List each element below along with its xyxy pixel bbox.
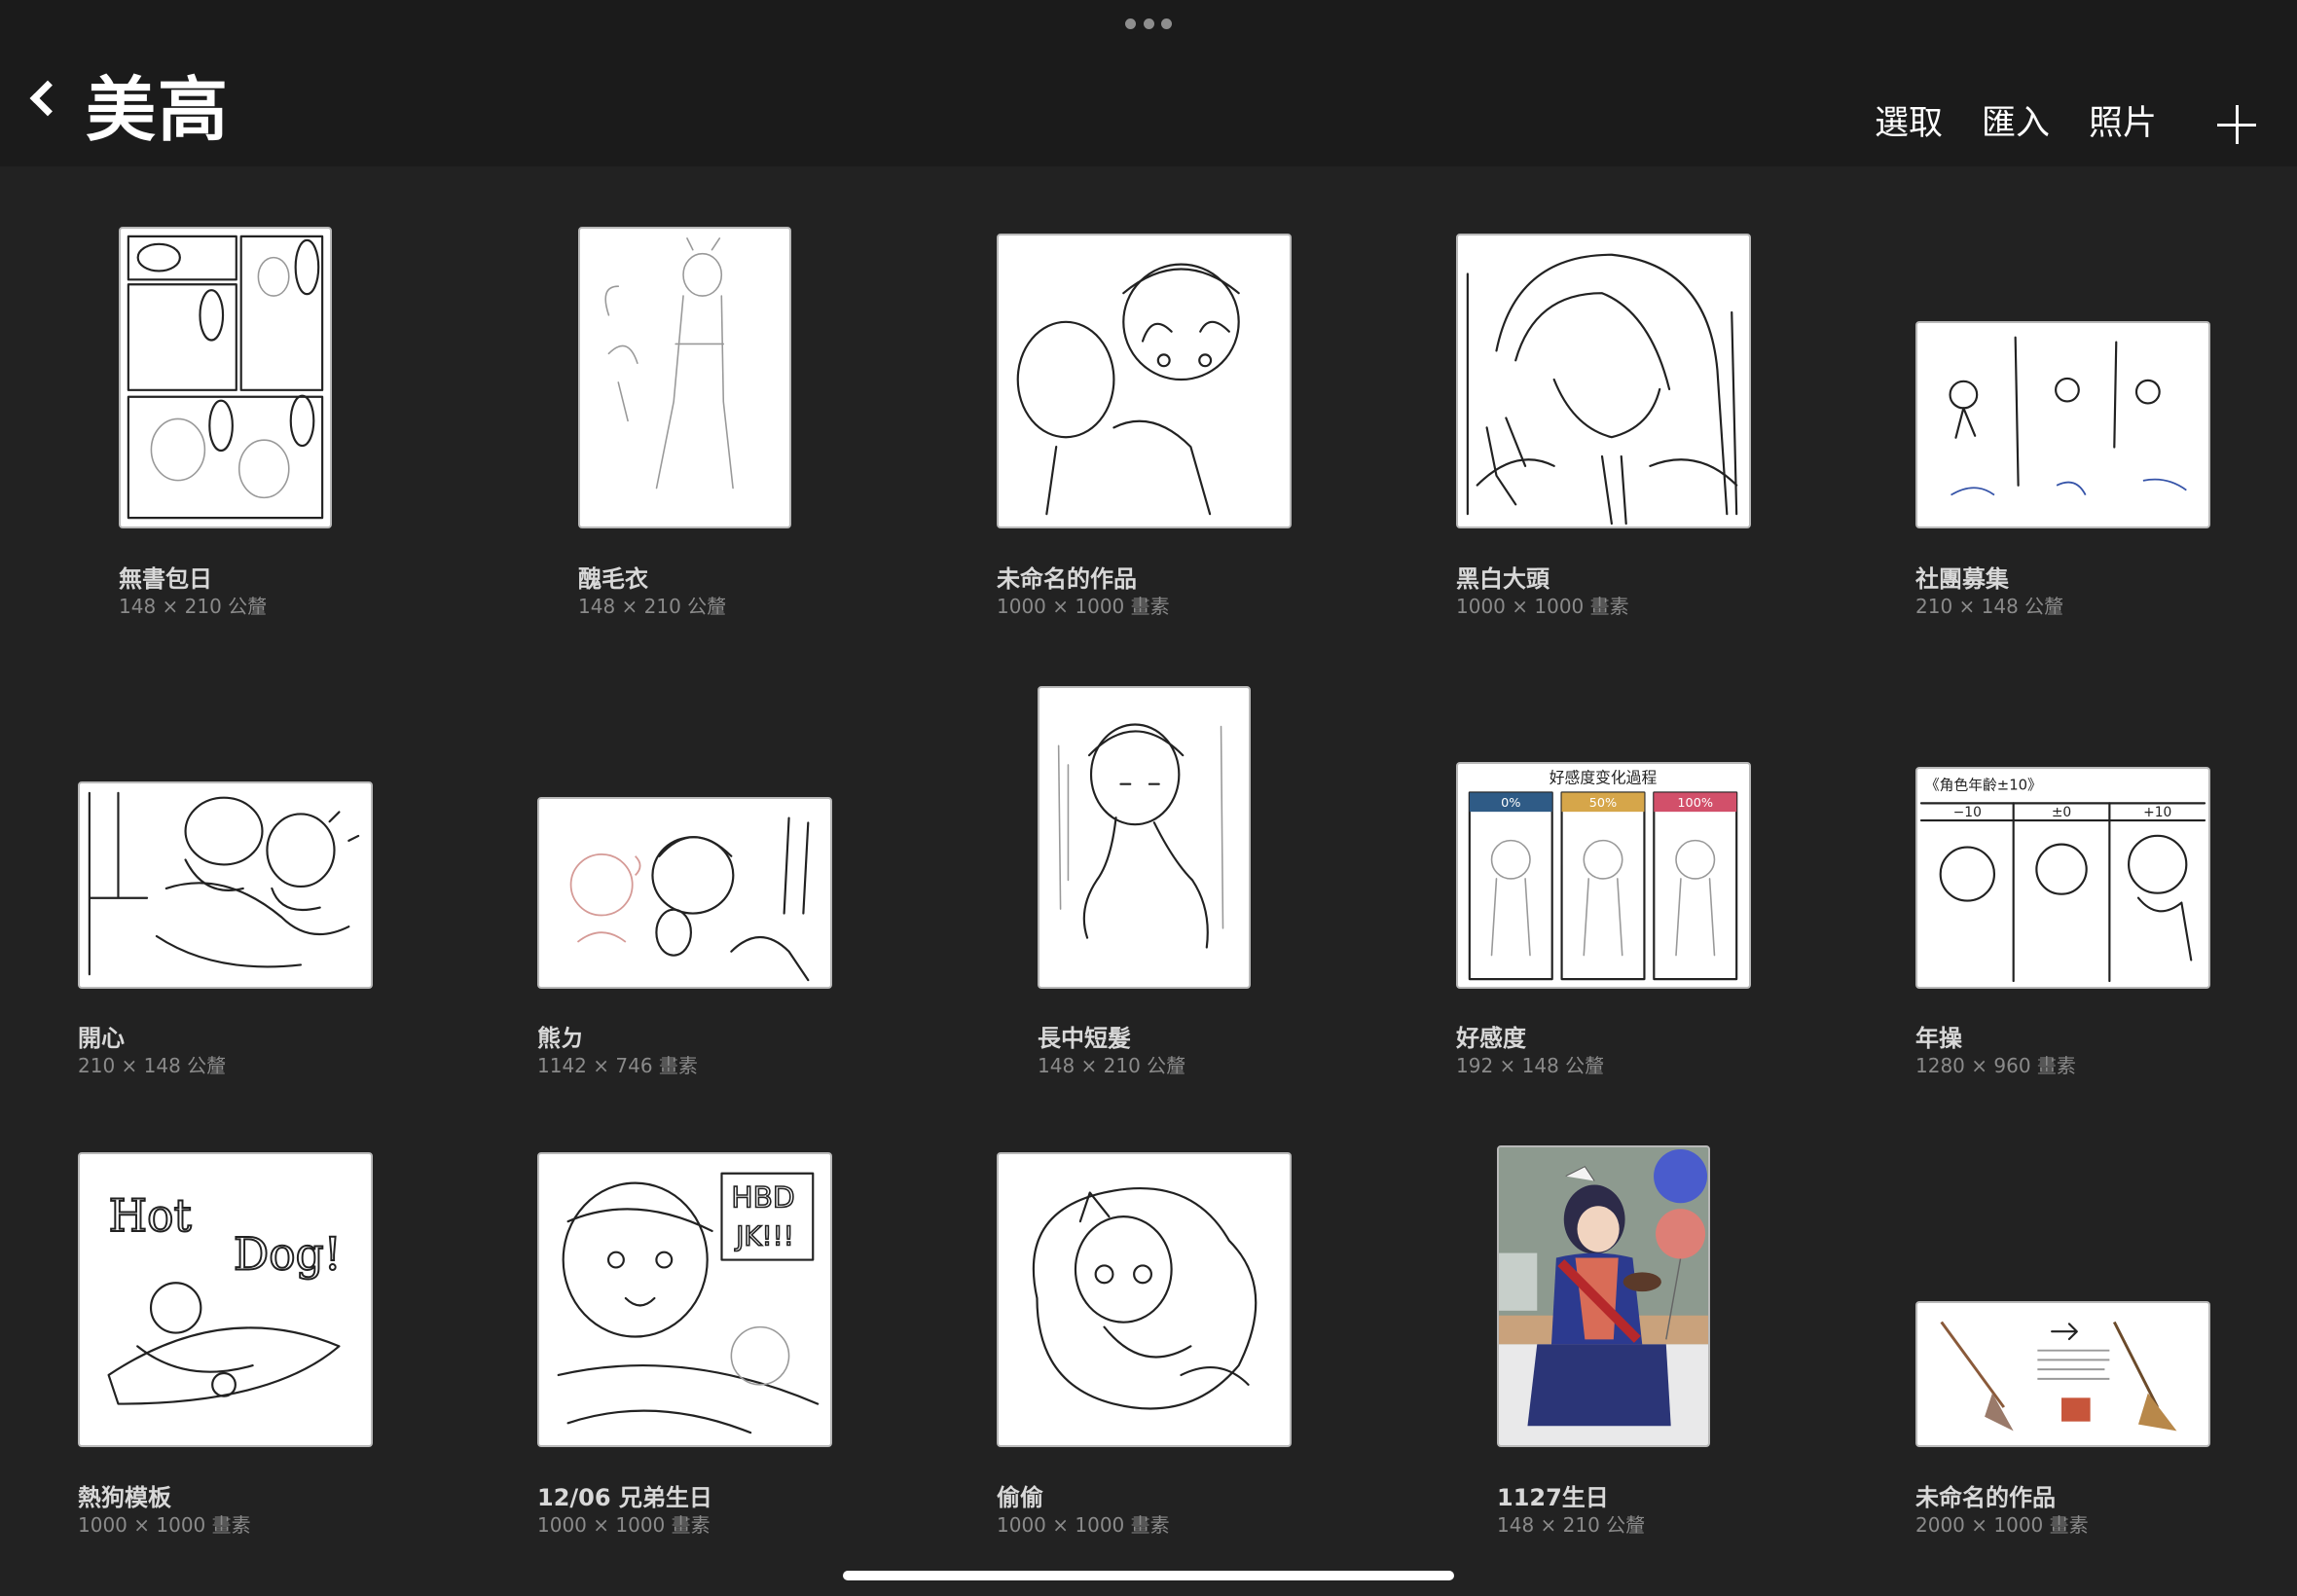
artwork-title: 長中短髮 [1038, 1025, 1131, 1052]
artwork-size: 1000 × 1000 畫素 [997, 595, 1170, 618]
artwork-size: 192 × 148 公釐 [1456, 1054, 1605, 1077]
artwork-title: 12/06 兄弟生日 [537, 1484, 712, 1511]
select-button[interactable]: 選取 [1875, 99, 1943, 148]
artwork-title: 社團募集 [1915, 565, 2009, 593]
hotdog-text-2: Dog! [234, 1228, 342, 1280]
age-chart-title: 《角色年齡±10》 [1925, 778, 2042, 794]
artwork-size: 1000 × 1000 畫素 [537, 1513, 711, 1537]
artwork-thumbnail[interactable] [578, 227, 791, 528]
age-zero-label: ±0 [2052, 805, 2071, 820]
hotdog-text-1: Hot [109, 1190, 192, 1242]
artwork-thumbnail[interactable] [119, 227, 332, 528]
artwork-title: 熊ㄉ [537, 1025, 584, 1052]
artwork-size: 210 × 148 公釐 [1915, 595, 2064, 618]
artwork-thumbnail[interactable]: Hot Dog! [78, 1152, 373, 1447]
artwork-thumbnail[interactable]: 好感度变化過程 0% 50% 100% [1456, 762, 1751, 989]
artwork-thumbnail[interactable] [997, 234, 1292, 528]
artwork-thumbnail[interactable] [1038, 686, 1251, 989]
artwork-size: 1280 × 960 畫素 [1915, 1054, 2076, 1077]
artwork-size: 1142 × 746 畫素 [537, 1054, 698, 1077]
artwork-thumbnail[interactable] [537, 797, 832, 989]
artwork-title: 1127生日 [1497, 1484, 1609, 1511]
artwork-title: 無書包日 [119, 565, 212, 593]
artwork-size: 148 × 210 公釐 [1038, 1054, 1186, 1077]
import-button[interactable]: 匯入 [1982, 99, 2050, 148]
artwork-size: 148 × 210 公釐 [119, 595, 268, 618]
artwork-title: 黑白大頭 [1456, 565, 1550, 593]
artwork-thumbnail[interactable] [997, 1152, 1292, 1447]
favor-chart-title: 好感度变化過程 [1550, 769, 1658, 787]
artwork-thumbnail[interactable]: 《角色年齡±10》 −10 ±0 +10 [1915, 767, 2210, 989]
artwork-title: 年操 [1915, 1025, 1962, 1052]
artwork-size: 1000 × 1000 畫素 [78, 1513, 251, 1537]
artwork-thumbnail[interactable] [1497, 1145, 1710, 1447]
artwork-thumbnail[interactable] [1915, 321, 2210, 528]
artwork-size: 2000 × 1000 畫素 [1915, 1513, 2089, 1537]
hbd-text-2: JK!!! [734, 1220, 794, 1252]
artwork-thumbnail[interactable] [78, 781, 373, 989]
age-plus-label: +10 [2143, 805, 2171, 820]
artwork-size: 148 × 210 公釐 [578, 595, 727, 618]
multitasking-dots-icon[interactable] [1125, 18, 1172, 29]
artwork-title: 好感度 [1456, 1025, 1526, 1052]
photo-button[interactable]: 照片 [2089, 99, 2157, 148]
plus-icon[interactable] [2217, 105, 2256, 144]
artwork-thumbnail[interactable] [1915, 1301, 2210, 1447]
hbd-text-1: HBD [731, 1180, 794, 1214]
artwork-size: 210 × 148 公釐 [78, 1054, 227, 1077]
artwork-title: 開心 [78, 1025, 125, 1052]
artwork-title: 醜毛衣 [578, 565, 648, 593]
artwork-size: 1000 × 1000 畫素 [1456, 595, 1629, 618]
artwork-title: 未命名的作品 [1915, 1484, 2056, 1511]
artwork-thumbnail[interactable] [1456, 234, 1751, 528]
artwork-title: 未命名的作品 [997, 565, 1137, 593]
home-indicator[interactable] [843, 1571, 1454, 1580]
artwork-size: 148 × 210 公釐 [1497, 1513, 1646, 1537]
favor-50-label: 50% [1589, 796, 1618, 811]
artwork-title: 偷偷 [997, 1484, 1043, 1511]
favor-0-label: 0% [1501, 796, 1520, 811]
artwork-thumbnail[interactable]: HBD JK!!! [537, 1152, 832, 1447]
age-minus-label: −10 [1953, 805, 1982, 820]
artwork-size: 1000 × 1000 畫素 [997, 1513, 1170, 1537]
gallery-title: 美高 [86, 69, 231, 151]
artwork-title: 熱狗模板 [78, 1484, 171, 1511]
favor-100-label: 100% [1677, 796, 1713, 811]
